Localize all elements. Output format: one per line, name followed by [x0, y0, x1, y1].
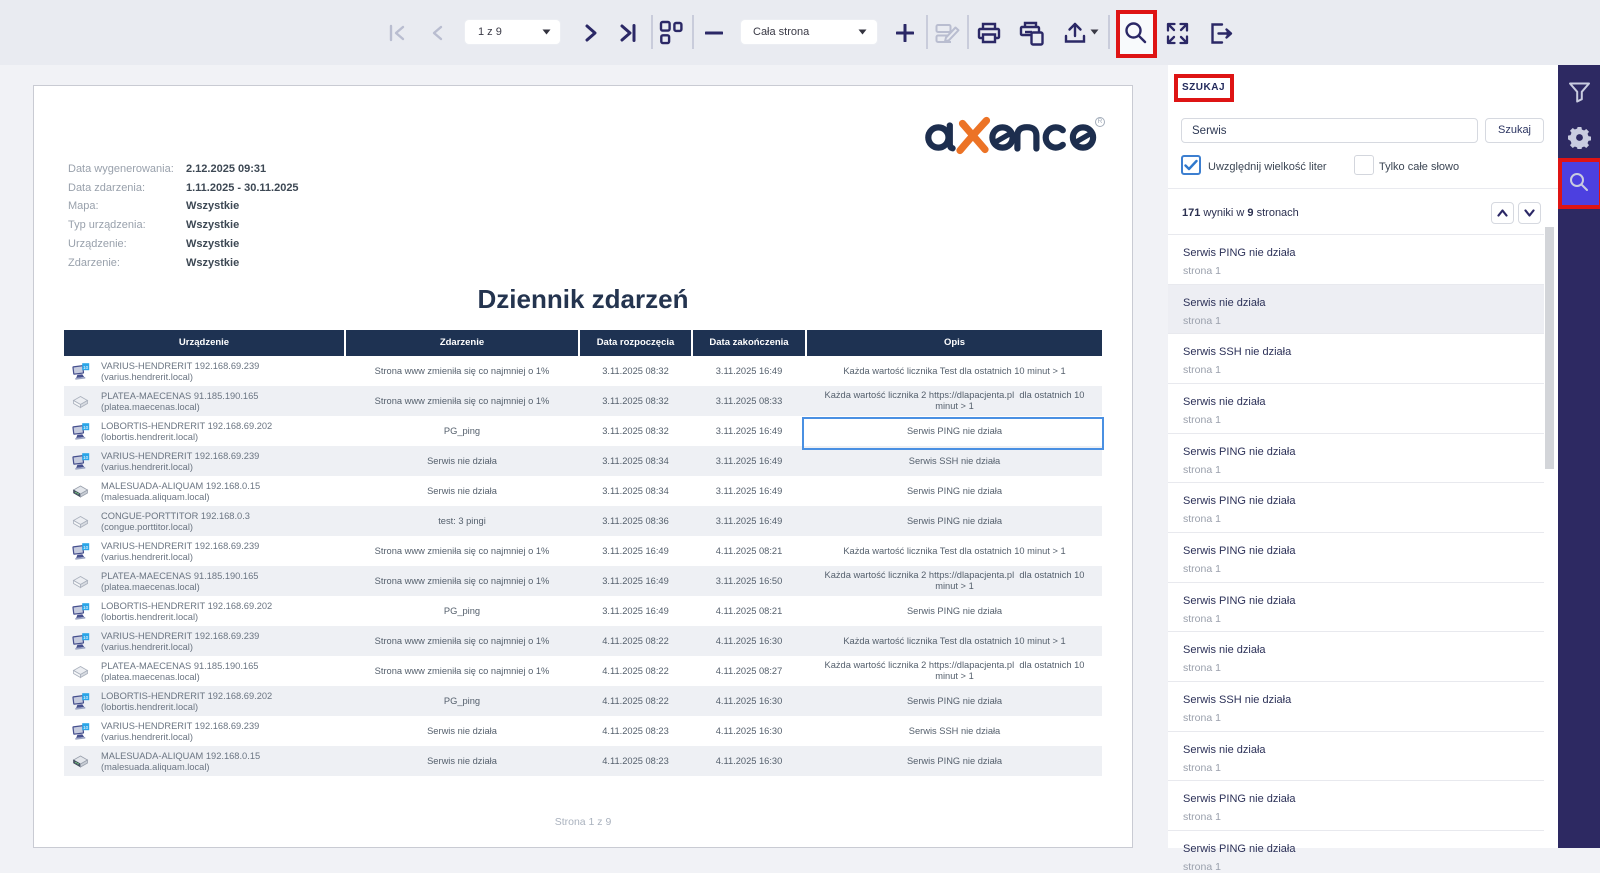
svg-text:10: 10	[83, 364, 89, 369]
svg-text:10: 10	[83, 454, 89, 459]
svg-text:10: 10	[83, 424, 89, 429]
svg-text:10: 10	[83, 604, 89, 609]
svg-text:10: 10	[83, 694, 89, 699]
svg-text:10: 10	[83, 544, 89, 549]
svg-text:10: 10	[83, 634, 89, 639]
svg-text:10: 10	[83, 724, 89, 729]
